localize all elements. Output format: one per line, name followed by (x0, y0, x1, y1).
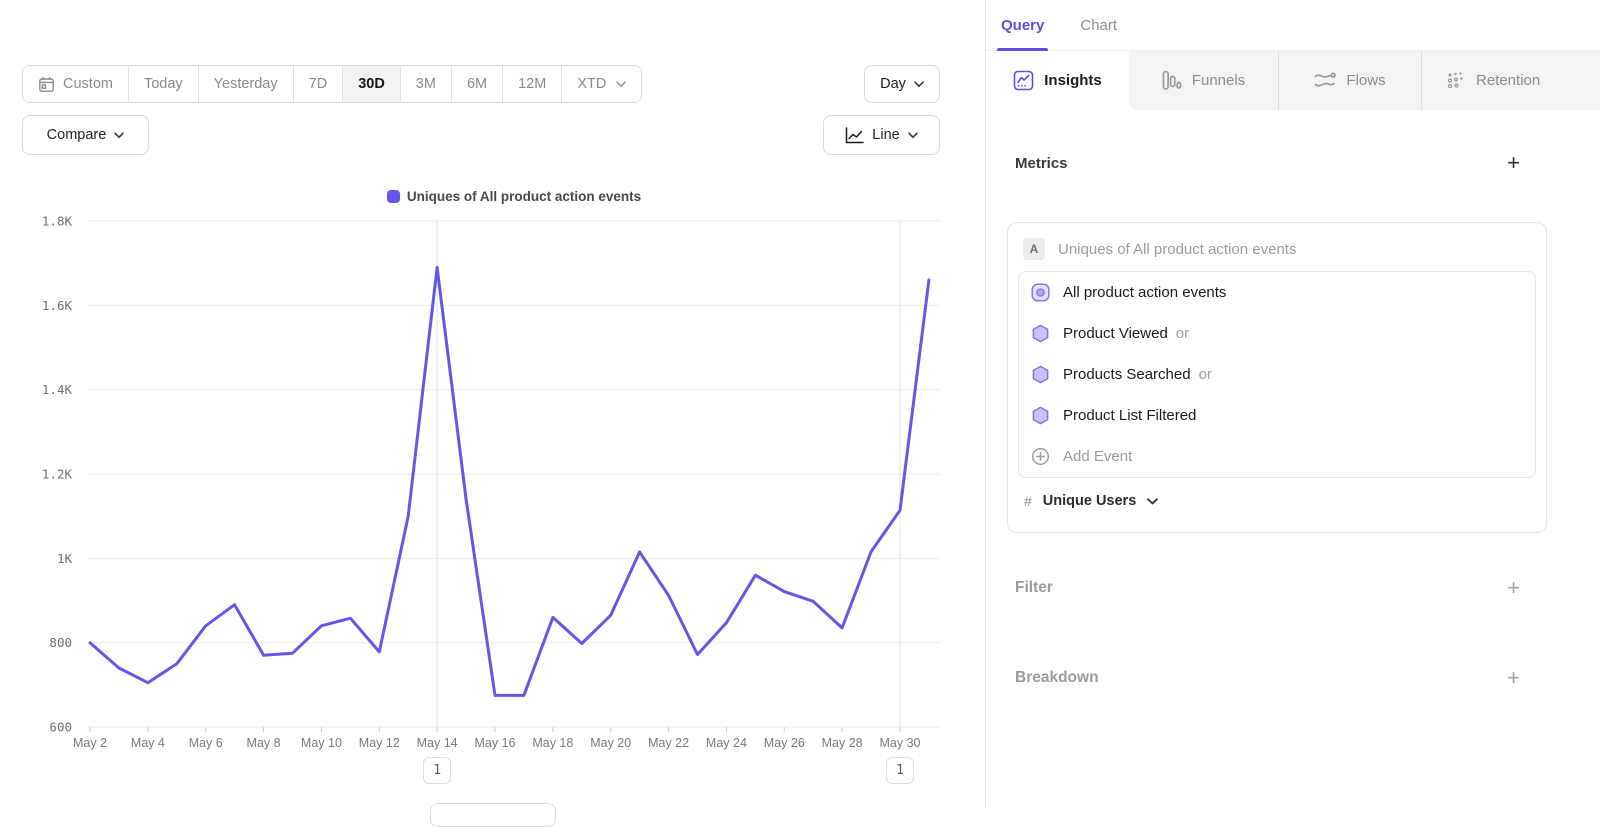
tab-query[interactable]: Query (999, 0, 1046, 50)
event-row-product-viewed[interactable]: Product Viewed or (1019, 313, 1535, 354)
filter-heading: Filter (1015, 579, 1053, 597)
date-range-12m[interactable]: 12M (503, 66, 562, 102)
event-or-operator: or (1176, 325, 1189, 342)
svg-text:May 12: May 12 (359, 736, 400, 750)
chevron-down-icon (914, 81, 924, 88)
calendar-icon (38, 76, 55, 93)
date-range-xtd[interactable]: XTD (562, 66, 641, 102)
metric-title: Uniques of All product action events (1058, 241, 1296, 258)
svg-text:May 26: May 26 (764, 736, 805, 750)
svg-text:1K: 1K (57, 551, 73, 566)
tab-chart[interactable]: Chart (1078, 0, 1119, 50)
chart-type-label: Line (872, 127, 899, 143)
report-tab-label: Flows (1346, 72, 1385, 89)
date-range-3m[interactable]: 3M (401, 66, 452, 102)
svg-text:May 10: May 10 (301, 736, 342, 750)
svg-text:May 22: May 22 (648, 736, 689, 750)
event-hexagon-icon (1031, 365, 1050, 384)
svg-text:May 20: May 20 (590, 736, 631, 750)
report-tab-label: Insights (1044, 72, 1102, 89)
flows-icon (1314, 71, 1336, 90)
date-range-6m[interactable]: 6M (452, 66, 503, 102)
number-sign-icon: # (1024, 493, 1032, 509)
event-row-all-product-action-events[interactable]: All product action events (1019, 272, 1535, 313)
date-range-custom[interactable]: Custom (23, 66, 129, 102)
event-or-operator: or (1199, 366, 1212, 383)
svg-text:May 30: May 30 (880, 736, 921, 750)
svg-text:May 16: May 16 (475, 736, 516, 750)
svg-text:1.6K: 1.6K (42, 298, 73, 313)
metric-card: A Uniques of All product action events A… (1007, 222, 1547, 533)
chart-report-area: 600 800 1K 1.2K 1.4K 1.6K 1.8K May 2 May 4 May 6 M… (0, 0, 985, 809)
breakdown-heading: Breakdown (1015, 669, 1099, 687)
svg-text:May 4: May 4 (131, 736, 165, 750)
svg-text:May 8: May 8 (247, 736, 281, 750)
date-range-label: Custom (63, 76, 113, 92)
date-range-today[interactable]: Today (129, 66, 199, 102)
event-hexagon-icon (1031, 324, 1050, 343)
funnels-icon (1162, 70, 1182, 91)
retention-icon (1446, 71, 1466, 91)
granularity-dropdown[interactable]: Day (864, 65, 940, 103)
svg-text:May 28: May 28 (822, 736, 863, 750)
event-row-products-searched[interactable]: Products Searched or (1019, 354, 1535, 395)
date-range-30d[interactable]: 30D (343, 66, 401, 102)
svg-text:May 6: May 6 (189, 736, 223, 750)
svg-text:May 2: May 2 (73, 736, 107, 750)
query-panel: Query Chart Insights (985, 0, 1600, 809)
chart-footer-control[interactable] (430, 803, 556, 827)
report-tab-label: Retention (1476, 72, 1540, 89)
granularity-label: Day (880, 76, 906, 92)
svg-text:May 18: May 18 (532, 736, 573, 750)
compare-label: Compare (47, 127, 107, 143)
plus-circle-icon (1031, 447, 1050, 466)
annotation-badge[interactable]: 1 (886, 757, 914, 784)
aggregation-dropdown[interactable]: # Unique Users (1008, 478, 1546, 524)
add-filter-button[interactable]: + (1507, 578, 1520, 598)
svg-text:1.4K: 1.4K (42, 382, 73, 397)
chevron-down-icon (1147, 498, 1158, 505)
line-chart-icon (845, 127, 864, 144)
metrics-heading: Metrics (1015, 155, 1068, 172)
svg-text:600: 600 (49, 720, 72, 735)
report-tab-label: Funnels (1192, 72, 1245, 89)
svg-text:May 14: May 14 (417, 736, 458, 750)
event-hexagon-icon (1031, 406, 1050, 425)
tab-flows[interactable]: Flows (1278, 51, 1421, 110)
panel-tab-bar: Query Chart (986, 0, 1600, 51)
legend-swatch (387, 190, 400, 203)
date-range-control: Custom Today Yesterday 7D 30D 3M 6M 12M … (22, 65, 642, 103)
svg-text:1.8K: 1.8K (42, 214, 73, 229)
chart-type-dropdown[interactable]: Line (823, 115, 940, 155)
event-group-icon (1031, 283, 1050, 302)
event-row-product-list-filtered[interactable]: Product List Filtered (1019, 395, 1535, 436)
compare-dropdown[interactable]: Compare (22, 115, 149, 155)
svg-text:May 24: May 24 (706, 736, 747, 750)
svg-text:800: 800 (49, 635, 72, 650)
annotation-badge[interactable]: 1 (423, 757, 451, 784)
tab-insights[interactable]: Insights (986, 51, 1129, 110)
event-list: All product action events Product Viewed… (1018, 271, 1536, 478)
metric-letter-badge: A (1023, 238, 1045, 260)
insights-icon (1013, 70, 1034, 91)
chart-legend: Uniques of All product action events (88, 189, 940, 204)
svg-text:1.2K: 1.2K (42, 467, 73, 482)
date-range-yesterday[interactable]: Yesterday (199, 66, 294, 102)
chevron-down-icon (908, 132, 918, 139)
chevron-down-icon (616, 81, 626, 88)
legend-series-label: Uniques of All product action events (407, 189, 641, 204)
add-metric-button[interactable]: + (1507, 153, 1520, 173)
report-type-tab-bar: Insights Funnels Flows (986, 51, 1600, 110)
date-range-7d[interactable]: 7D (294, 66, 344, 102)
chevron-down-icon (114, 132, 124, 139)
add-breakdown-button[interactable]: + (1507, 668, 1520, 688)
tab-funnels[interactable]: Funnels (1129, 51, 1278, 110)
tab-retention[interactable]: Retention (1421, 51, 1600, 110)
add-event-button[interactable]: Add Event (1019, 436, 1535, 477)
